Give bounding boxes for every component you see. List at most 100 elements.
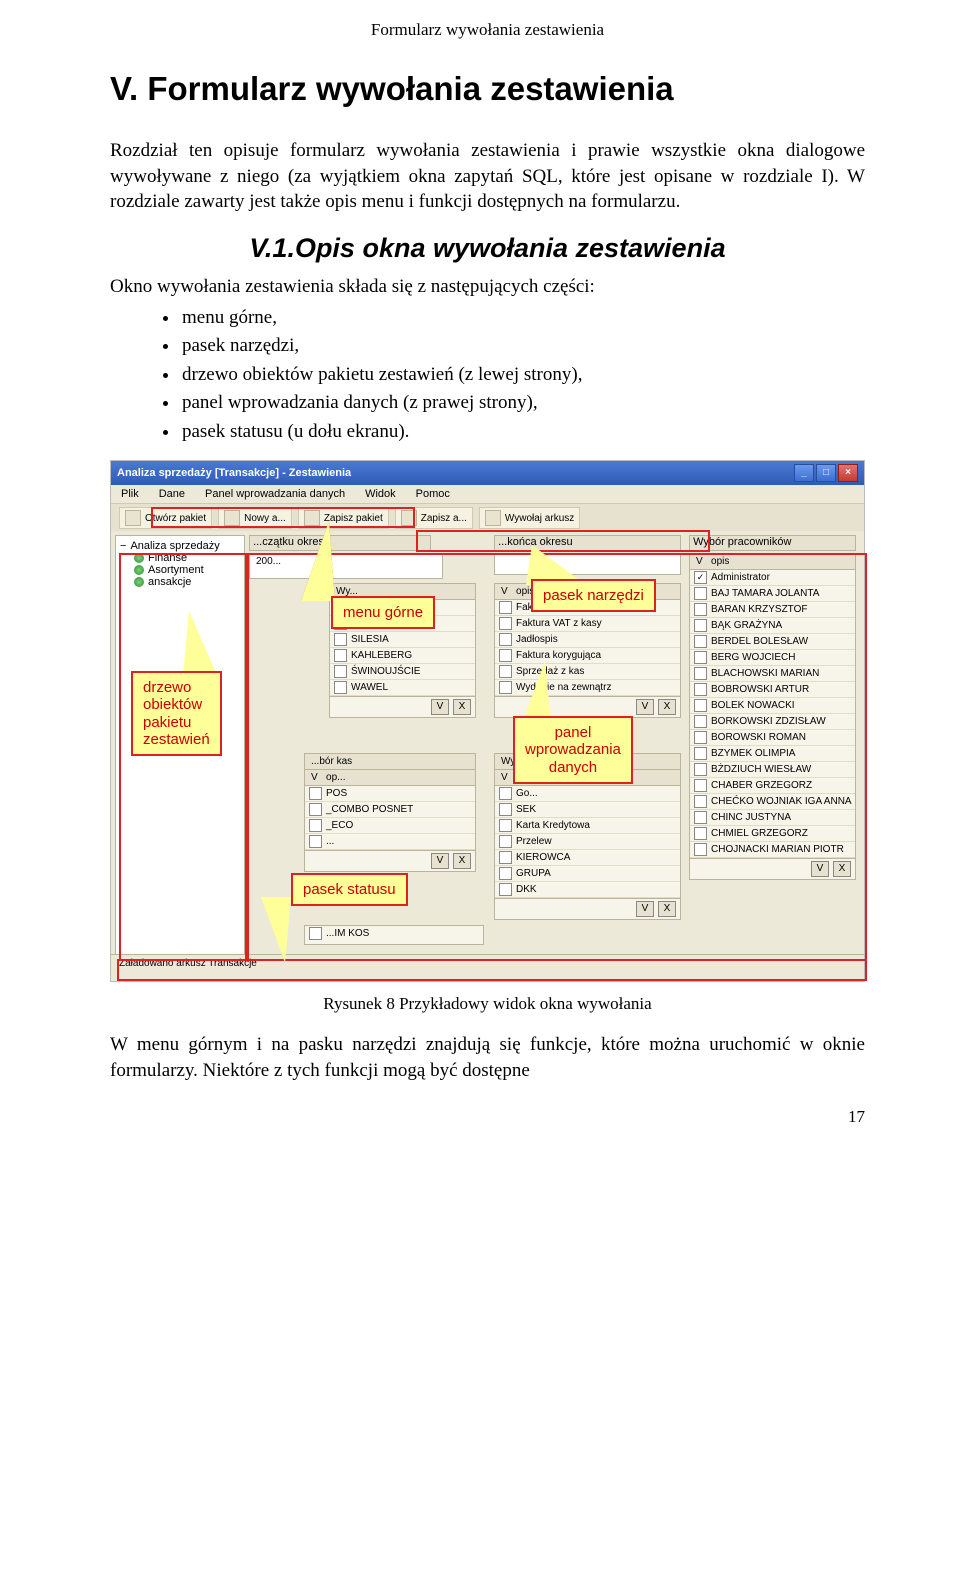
- checkbox-icon[interactable]: [499, 681, 512, 694]
- list-item[interactable]: BZYMEK OLIMPIA: [690, 746, 855, 762]
- maximize-button[interactable]: □: [816, 464, 836, 482]
- checkbox-icon[interactable]: [334, 665, 347, 678]
- list-box-employees[interactable]: V opis ✓AdministratorBAJ TAMARA JOLANTAB…: [689, 553, 856, 880]
- list-item[interactable]: BOLEK NOWACKI: [690, 698, 855, 714]
- checkbox-icon[interactable]: [694, 747, 707, 760]
- list-item[interactable]: ✓Administrator: [690, 570, 855, 586]
- clear-all-button[interactable]: X: [658, 901, 676, 917]
- select-all-button[interactable]: V: [431, 699, 449, 715]
- list-item[interactable]: WAWEL: [330, 680, 475, 696]
- tree-root[interactable]: Analiza sprzedaży: [130, 540, 219, 552]
- checkbox-icon[interactable]: [694, 683, 707, 696]
- checkbox-icon[interactable]: [694, 827, 707, 840]
- checkbox-icon[interactable]: [334, 633, 347, 646]
- checkbox-icon[interactable]: [694, 779, 707, 792]
- list-item[interactable]: Faktura VAT z kasy: [495, 616, 680, 632]
- checkbox-icon[interactable]: [499, 649, 512, 662]
- checkbox-icon[interactable]: [499, 867, 512, 880]
- tb-save[interactable]: Zapisz a...: [395, 507, 473, 529]
- checkbox-icon[interactable]: [334, 681, 347, 694]
- checkbox-icon[interactable]: [309, 835, 322, 848]
- checkbox-icon[interactable]: [694, 795, 707, 808]
- checkbox-icon[interactable]: [694, 843, 707, 856]
- checkbox-icon[interactable]: [694, 811, 707, 824]
- list-item[interactable]: KAHLEBERG: [330, 648, 475, 664]
- checkbox-icon[interactable]: [499, 633, 512, 646]
- list-box-cash[interactable]: ...bór kas V op... POS_COMBO POSNET_ECO.…: [304, 753, 476, 872]
- list-item[interactable]: _COMBO POSNET: [305, 802, 475, 818]
- list-item[interactable]: BOROWSKI ROMAN: [690, 730, 855, 746]
- minimize-button[interactable]: _: [794, 464, 814, 482]
- list-item[interactable]: Jadłospis: [495, 632, 680, 648]
- checkbox-icon[interactable]: [694, 731, 707, 744]
- list-item[interactable]: SILESIA: [330, 632, 475, 648]
- list-item[interactable]: GRUPA: [495, 866, 680, 882]
- checkbox-icon[interactable]: [309, 819, 322, 832]
- checkbox-icon[interactable]: [334, 649, 347, 662]
- window-titlebar[interactable]: Analiza sprzedaży [Transakcje] - Zestawi…: [111, 461, 864, 485]
- collapse-icon[interactable]: −: [120, 540, 126, 552]
- list-item[interactable]: SEK: [495, 802, 680, 818]
- list-item[interactable]: CHABER GRZEGORZ: [690, 778, 855, 794]
- input-period-start[interactable]: 200...: [249, 553, 443, 579]
- select-all-button[interactable]: V: [636, 699, 654, 715]
- clear-all-button[interactable]: X: [658, 699, 676, 715]
- checkbox-icon[interactable]: [499, 617, 512, 630]
- list-item[interactable]: BERG WOJCIECH: [690, 650, 855, 666]
- tb-call-sheet[interactable]: Wywołaj arkusz: [479, 507, 580, 529]
- checkbox-icon[interactable]: [694, 667, 707, 680]
- list-item[interactable]: ŚWINOUJŚCIE: [330, 664, 475, 680]
- list-item[interactable]: ...: [305, 834, 475, 850]
- tb-new[interactable]: Nowy a...: [218, 507, 292, 529]
- list-item[interactable]: CHINC JUSTYNA: [690, 810, 855, 826]
- list-item[interactable]: BĄK GRAŻYNA: [690, 618, 855, 634]
- list-item[interactable]: Karta Kredytowa: [495, 818, 680, 834]
- menu-item-panel[interactable]: Panel wprowadzania danych: [205, 488, 345, 500]
- checkbox-icon[interactable]: [309, 803, 322, 816]
- list-item[interactable]: BOBROWSKI ARTUR: [690, 682, 855, 698]
- checkbox-icon[interactable]: [694, 699, 707, 712]
- select-all-button[interactable]: V: [431, 853, 449, 869]
- tree-item-transakcje[interactable]: ansakcje: [148, 576, 191, 588]
- close-button[interactable]: ×: [838, 464, 858, 482]
- checkbox-icon[interactable]: [499, 819, 512, 832]
- list-item[interactable]: CHEĆKO WOJNIAK IGA ANNA: [690, 794, 855, 810]
- clear-all-button[interactable]: X: [453, 853, 471, 869]
- checkbox-icon[interactable]: [499, 851, 512, 864]
- checkbox-icon[interactable]: [499, 835, 512, 848]
- checkbox-icon[interactable]: ✓: [694, 571, 707, 584]
- select-all-button[interactable]: V: [636, 901, 654, 917]
- menu-item-plik[interactable]: Plik: [121, 488, 139, 500]
- tree-item-asortyment[interactable]: Asortyment: [148, 564, 204, 576]
- list-item[interactable]: CHMIEL GRZEGORZ: [690, 826, 855, 842]
- list-item[interactable]: BERDEL BOLESŁAW: [690, 634, 855, 650]
- menu-item-pomoc[interactable]: Pomoc: [416, 488, 450, 500]
- checkbox-icon[interactable]: [694, 715, 707, 728]
- list-item[interactable]: BŻDZIUCH WIESŁAW: [690, 762, 855, 778]
- list-item[interactable]: BAJ TAMARA JOLANTA: [690, 586, 855, 602]
- checkbox-icon[interactable]: [694, 603, 707, 616]
- checkbox-icon[interactable]: [694, 587, 707, 600]
- list-item[interactable]: _ECO: [305, 818, 475, 834]
- checkbox-icon[interactable]: [694, 651, 707, 664]
- tb-open-package[interactable]: Otwórz pakiet: [119, 507, 212, 529]
- checkbox-icon[interactable]: [694, 619, 707, 632]
- list-item[interactable]: Go...: [495, 786, 680, 802]
- list-item[interactable]: BLACHOWSKI MARIAN: [690, 666, 855, 682]
- list-item[interactable]: BORKOWSKI ZDZISŁAW: [690, 714, 855, 730]
- checkbox-icon[interactable]: [499, 883, 512, 896]
- select-all-button[interactable]: V: [811, 861, 829, 877]
- list-item[interactable]: BARAN KRZYSZTOF: [690, 602, 855, 618]
- clear-all-button[interactable]: X: [833, 861, 851, 877]
- menu-item-widok[interactable]: Widok: [365, 488, 396, 500]
- list-item[interactable]: KIEROWCA: [495, 850, 680, 866]
- checkbox-icon[interactable]: [499, 787, 512, 800]
- checkbox-icon[interactable]: [499, 803, 512, 816]
- checkbox-icon[interactable]: [309, 787, 322, 800]
- checkbox-icon[interactable]: [499, 665, 512, 678]
- input-period-end[interactable]: [494, 553, 681, 575]
- list-item[interactable]: CHOJNACKI MARIAN PIOTR: [690, 842, 855, 858]
- clear-all-button[interactable]: X: [453, 699, 471, 715]
- checkbox-icon[interactable]: [694, 763, 707, 776]
- checkbox-icon[interactable]: [694, 635, 707, 648]
